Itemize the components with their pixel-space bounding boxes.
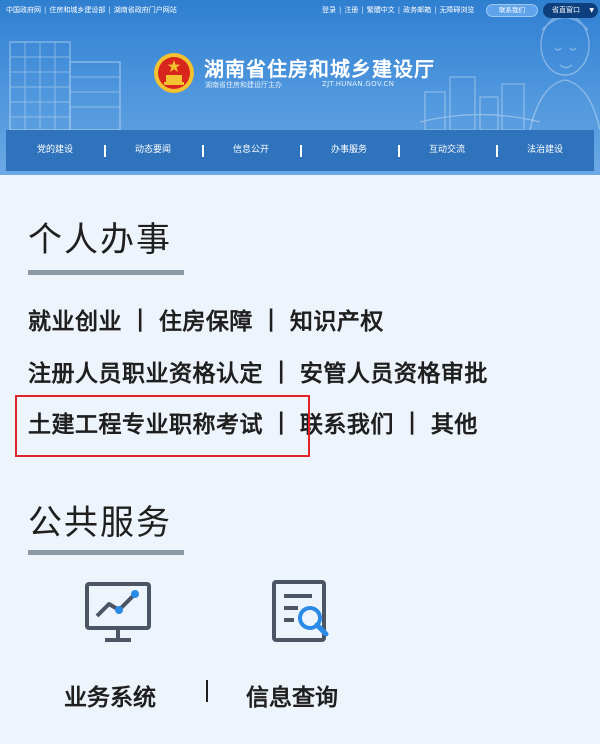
login-link[interactable]: 登录 xyxy=(322,5,336,15)
section-underline xyxy=(28,550,184,555)
public-services-title: 公共服务 xyxy=(28,503,172,543)
nav-item-news[interactable]: 动态要闻 xyxy=(104,130,202,171)
link-contact-us[interactable]: 联系我们 xyxy=(300,405,394,439)
top-link-hunan-portal[interactable]: 湖南省政府门户网站 xyxy=(114,5,177,15)
link-registered-qualification[interactable]: 注册人员职业资格认定 xyxy=(28,354,263,388)
link-safety-qualification[interactable]: 安管人员资格审批 xyxy=(300,354,488,388)
building-decoration xyxy=(9,41,121,130)
separator: | xyxy=(136,306,145,332)
caret-down-icon: ▼ xyxy=(589,7,594,14)
site-title: 湖南省住房和城乡建设厅 xyxy=(204,57,435,81)
top-bar: 中国政府网 | 住房和城乡建设部 | 湖南省政府门户网站 登录 | 注册 | 繁… xyxy=(0,0,600,22)
gov-mail-link[interactable]: 政务邮箱 xyxy=(403,5,431,15)
traditional-chinese-link[interactable]: 繁體中文 xyxy=(367,5,395,15)
personal-links-row-2: 注册人员职业资格认定 | 安管人员资格审批 xyxy=(28,354,488,388)
nav-item-rule-of-law[interactable]: 法治建设 xyxy=(496,130,594,171)
info-query-label[interactable]: 信息查询 xyxy=(246,678,338,712)
personal-links-row-1: 就业创业 | 住房保障 | 知识产权 xyxy=(28,302,384,336)
separator: | xyxy=(361,6,364,14)
document-search-icon[interactable] xyxy=(268,578,338,648)
separator: | xyxy=(266,306,276,332)
top-link-mohurd[interactable]: 住房和城乡建设部 xyxy=(49,5,105,15)
gov-window-dropdown[interactable]: 省直窗口 ▼ xyxy=(543,3,598,18)
site-subtitle: 湖南省住房和建设厅主办 xyxy=(205,81,282,89)
national-emblem-icon xyxy=(154,53,194,94)
separator: | xyxy=(407,409,417,435)
nav-item-party-building[interactable]: 党的建设 xyxy=(6,130,104,171)
gov-window-label: 省直窗口 xyxy=(552,6,580,14)
separator: | xyxy=(434,6,437,14)
contact-us-button[interactable]: 联系我们 xyxy=(486,4,538,17)
highlight-box xyxy=(15,395,310,457)
separator: | xyxy=(108,6,111,14)
personal-affairs-title: 个人办事 xyxy=(28,220,172,260)
nav-item-services[interactable]: 办事服务 xyxy=(300,130,398,171)
register-link[interactable]: 注册 xyxy=(344,5,358,15)
chart-monitor-icon[interactable] xyxy=(83,578,153,648)
business-system-label[interactable]: 业务系统 xyxy=(64,678,156,712)
link-employment[interactable]: 就业创业 xyxy=(28,302,122,336)
separator: | xyxy=(44,6,47,14)
link-other[interactable]: 其他 xyxy=(431,405,478,439)
link-housing-security[interactable]: 住房保障 xyxy=(159,302,253,336)
separator: | xyxy=(339,6,342,14)
nav-item-interaction[interactable]: 互动交流 xyxy=(398,130,496,171)
section-underline xyxy=(28,270,184,275)
site-url: ZJT.HUNAN.GOV.CN xyxy=(322,80,395,88)
separator xyxy=(206,680,208,702)
link-intellectual-property[interactable]: 知识产权 xyxy=(290,302,384,336)
site-header: 中国政府网 | 住房和城乡建设部 | 湖南省政府门户网站 登录 | 注册 | 繁… xyxy=(0,0,600,175)
top-links-right: 登录 | 注册 | 繁體中文 | 政务邮箱 | 无障碍浏览 xyxy=(322,5,474,15)
top-links-left: 中国政府网 | 住房和城乡建设部 | 湖南省政府门户网站 xyxy=(6,5,177,15)
separator: | xyxy=(277,358,286,384)
main-nav: 党的建设 动态要闻 信息公开 办事服务 互动交流 法治建设 xyxy=(6,130,594,171)
nav-item-info-disclosure[interactable]: 信息公开 xyxy=(202,130,300,171)
accessibility-link[interactable]: 无障碍浏览 xyxy=(439,5,474,15)
top-link-gov-cn[interactable]: 中国政府网 xyxy=(6,5,41,15)
separator: | xyxy=(397,6,401,14)
